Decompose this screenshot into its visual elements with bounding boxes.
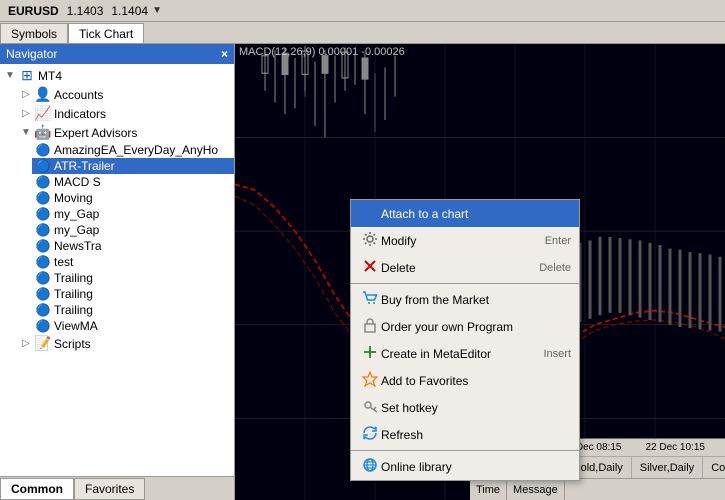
menu-item-order[interactable]: Order your own Program	[351, 313, 579, 340]
ea-label: Expert Advisors	[52, 126, 137, 140]
delete-icon	[359, 258, 381, 277]
tab-symbols[interactable]: Symbols	[0, 23, 68, 43]
currency-pair-1[interactable]: EURUSD 1.1403 1.1404 ▼	[4, 4, 162, 18]
tab-tick-chart[interactable]: Tick Chart	[68, 23, 144, 43]
tree-item-ea-10[interactable]: 🔵 Trailing	[32, 302, 234, 318]
tree-item-ea-2[interactable]: 🔵 MACD S	[32, 174, 234, 190]
top-bar: EURUSD 1.1403 1.1404 ▼	[0, 0, 725, 22]
accounts-expand-icon: ▷	[18, 89, 34, 100]
pair1-ask: 1.1404	[107, 4, 152, 18]
accounts-icon: 👤	[34, 86, 52, 103]
time-label-2: 22 Dec 10:15	[643, 442, 707, 453]
navigator-header: Navigator ×	[0, 44, 234, 64]
tree-item-expert-advisors[interactable]: ▼ 🤖 Expert Advisors	[16, 123, 234, 142]
star-icon	[359, 371, 381, 390]
context-menu: Attach to a chart Modify Enter	[350, 199, 580, 481]
ea-item-icon-6: 🔵	[34, 239, 52, 253]
tree-item-ea-7[interactable]: 🔵 test	[32, 254, 234, 270]
chart-area: MACD(12,26,9) 0.00001 -0.00026	[235, 44, 725, 500]
tree-item-mt4[interactable]: ▼ ⊞ MT4	[0, 66, 234, 85]
tree-item-accounts[interactable]: ▷ 👤 Accounts	[16, 85, 234, 104]
tree-item-ea-1[interactable]: 🔵 ATR-Trailer	[32, 158, 234, 174]
menu-item-buy[interactable]: Buy from the Market	[351, 286, 579, 313]
ea-item-icon-11: 🔵	[34, 319, 52, 333]
mt4-icon: ⊞	[18, 67, 36, 84]
tree-item-scripts[interactable]: ▷ 📝 Scripts	[16, 334, 234, 353]
menu-separator-1	[351, 283, 579, 284]
instrument-silver[interactable]: Silver,Daily	[632, 457, 703, 478]
pair1-bid: 1.1403	[63, 4, 108, 18]
pair1-name: EURUSD	[4, 4, 63, 18]
globe-icon	[359, 457, 381, 476]
instrument-copper[interactable]: Copper,Daily	[703, 457, 725, 478]
chart-icon	[359, 204, 381, 223]
navigator-title: Navigator	[6, 47, 57, 61]
menu-separator-2	[351, 450, 579, 451]
accounts-label: Accounts	[52, 88, 103, 102]
key-icon	[359, 398, 381, 417]
tree-item-ea-9[interactable]: 🔵 Trailing	[32, 286, 234, 302]
main-layout: Navigator × ▼ ⊞ MT4 ▷ 👤 Accounts ▷ 📈 Ind…	[0, 44, 725, 500]
tree-item-ea-4[interactable]: 🔵 my_Gap	[32, 206, 234, 222]
scripts-icon: 📝	[34, 335, 52, 352]
navigator-panel: Navigator × ▼ ⊞ MT4 ▷ 👤 Accounts ▷ 📈 Ind…	[0, 44, 235, 500]
ea-item-icon-3: 🔵	[34, 191, 52, 205]
navigator-bottom-tabs: Common Favorites	[0, 476, 234, 500]
scroll-down-icon[interactable]: ▼	[152, 5, 162, 16]
menu-item-refresh[interactable]: Refresh	[351, 421, 579, 448]
navigator-tree: ▼ ⊞ MT4 ▷ 👤 Accounts ▷ 📈 Indicators ▼ 🤖 …	[0, 64, 234, 476]
menu-item-create[interactable]: Create in MetaEditor Insert	[351, 340, 579, 367]
tree-item-ea-3[interactable]: 🔵 Moving	[32, 190, 234, 206]
tree-item-ea-8[interactable]: 🔵 Trailing	[32, 270, 234, 286]
refresh-icon	[359, 425, 381, 444]
gear-icon	[359, 231, 381, 250]
tree-item-ea-11[interactable]: 🔵 ViewMA	[32, 318, 234, 334]
tree-item-ea-6[interactable]: 🔵 NewsTra	[32, 238, 234, 254]
ea-item-icon-4: 🔵	[34, 207, 52, 221]
tabs-row: Symbols Tick Chart	[0, 22, 725, 44]
ea-item-icon-1: 🔵	[34, 159, 52, 173]
indicators-label: Indicators	[52, 107, 106, 121]
menu-item-online-library[interactable]: Online library	[351, 453, 579, 480]
expand-icon: ▼	[2, 70, 18, 81]
tree-item-ea-0[interactable]: 🔵 AmazingEA_EveryDay_AnyHo	[32, 142, 234, 158]
tree-item-indicators[interactable]: ▷ 📈 Indicators	[16, 104, 234, 123]
ea-expand-icon: ▼	[18, 127, 34, 138]
cart-icon	[359, 290, 381, 309]
ea-item-icon-10: 🔵	[34, 303, 52, 317]
menu-item-attach[interactable]: Attach to a chart	[351, 200, 579, 227]
ea-item-icon-2: 🔵	[34, 175, 52, 189]
plus-icon	[359, 344, 381, 363]
ea-item-icon-8: 🔵	[34, 271, 52, 285]
tree-item-ea-5[interactable]: 🔵 my_Gap	[32, 222, 234, 238]
status-message: Message	[507, 479, 565, 500]
menu-item-hotkey[interactable]: Set hotkey	[351, 394, 579, 421]
ea-item-icon-5: 🔵	[34, 223, 52, 237]
menu-item-delete[interactable]: Delete Delete	[351, 254, 579, 281]
bottom-tab-favorites[interactable]: Favorites	[74, 478, 145, 500]
status-bar: Time Message	[470, 478, 725, 500]
menu-item-modify[interactable]: Modify Enter	[351, 227, 579, 254]
menu-item-favorites[interactable]: Add to Favorites	[351, 367, 579, 394]
ea-item-icon-0: 🔵	[34, 143, 52, 157]
ea-item-icon-7: 🔵	[34, 255, 52, 269]
ea-icon: 🤖	[34, 124, 52, 141]
scripts-expand-icon: ▷	[18, 338, 34, 349]
navigator-close-button[interactable]: ×	[221, 47, 228, 61]
macd-label: MACD(12,26,9) 0.00001 -0.00026	[235, 44, 409, 60]
indicators-expand-icon: ▷	[18, 108, 34, 119]
mt4-label: MT4	[36, 69, 62, 83]
indicators-icon: 📈	[34, 105, 52, 122]
bottom-tab-common[interactable]: Common	[0, 478, 74, 500]
scripts-label: Scripts	[52, 337, 91, 351]
ea-item-icon-9: 🔵	[34, 287, 52, 301]
status-time: Time	[470, 479, 507, 500]
lock-icon	[359, 317, 381, 336]
